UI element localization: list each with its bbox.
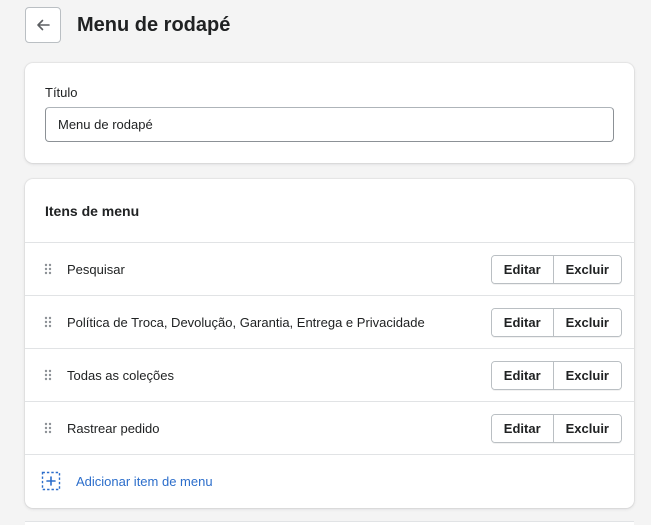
- drag-handle-icon[interactable]: [43, 422, 53, 434]
- arrow-left-icon: [37, 19, 50, 31]
- add-menu-item-button[interactable]: Adicionar item de menu: [25, 455, 634, 507]
- menu-item-actions: Editar Excluir: [490, 413, 622, 443]
- delete-button[interactable]: Excluir: [552, 414, 621, 442]
- edit-button[interactable]: Editar: [491, 255, 553, 283]
- menu-item-label: Política de Troca, Devolução, Garantia, …: [67, 314, 425, 330]
- delete-button[interactable]: Excluir: [552, 361, 621, 389]
- menu-items-card: Itens de menu Pesquisar Editar Excluir P…: [25, 179, 634, 508]
- menu-item-row: Todas as coleções Editar Excluir: [25, 349, 634, 402]
- edit-button[interactable]: Editar: [491, 361, 553, 389]
- menu-item-actions: Editar Excluir: [490, 254, 622, 284]
- delete-button[interactable]: Excluir: [552, 308, 621, 336]
- next-card-edge: [25, 521, 634, 525]
- title-field-label: Título: [45, 85, 78, 100]
- page-title: Menu de rodapé: [77, 13, 231, 36]
- menu-items-heading: Itens de menu: [25, 179, 634, 243]
- add-item-icon: [41, 471, 61, 491]
- back-button[interactable]: [25, 7, 61, 43]
- menu-item-actions: Editar Excluir: [490, 360, 622, 390]
- menu-item-row: Política de Troca, Devolução, Garantia, …: [25, 296, 634, 349]
- drag-handle-icon[interactable]: [43, 369, 53, 381]
- drag-handle-icon[interactable]: [43, 316, 53, 328]
- edit-button[interactable]: Editar: [491, 414, 553, 442]
- title-input[interactable]: [45, 107, 614, 142]
- add-menu-item-label: Adicionar item de menu: [76, 473, 213, 489]
- page-header: Menu de rodapé: [25, 7, 230, 43]
- menu-item-actions: Editar Excluir: [490, 307, 622, 337]
- delete-button[interactable]: Excluir: [552, 255, 621, 283]
- title-card: Título: [25, 63, 634, 163]
- menu-item-row: Rastrear pedido Editar Excluir: [25, 402, 634, 455]
- menu-item-row: Pesquisar Editar Excluir: [25, 243, 634, 296]
- page: Menu de rodapé Título Itens de menu Pesq…: [0, 0, 651, 525]
- menu-item-label: Todas as coleções: [67, 367, 174, 383]
- edit-button[interactable]: Editar: [491, 308, 553, 336]
- menu-item-label: Rastrear pedido: [67, 420, 160, 436]
- drag-handle-icon[interactable]: [43, 263, 53, 275]
- menu-item-label: Pesquisar: [67, 261, 125, 277]
